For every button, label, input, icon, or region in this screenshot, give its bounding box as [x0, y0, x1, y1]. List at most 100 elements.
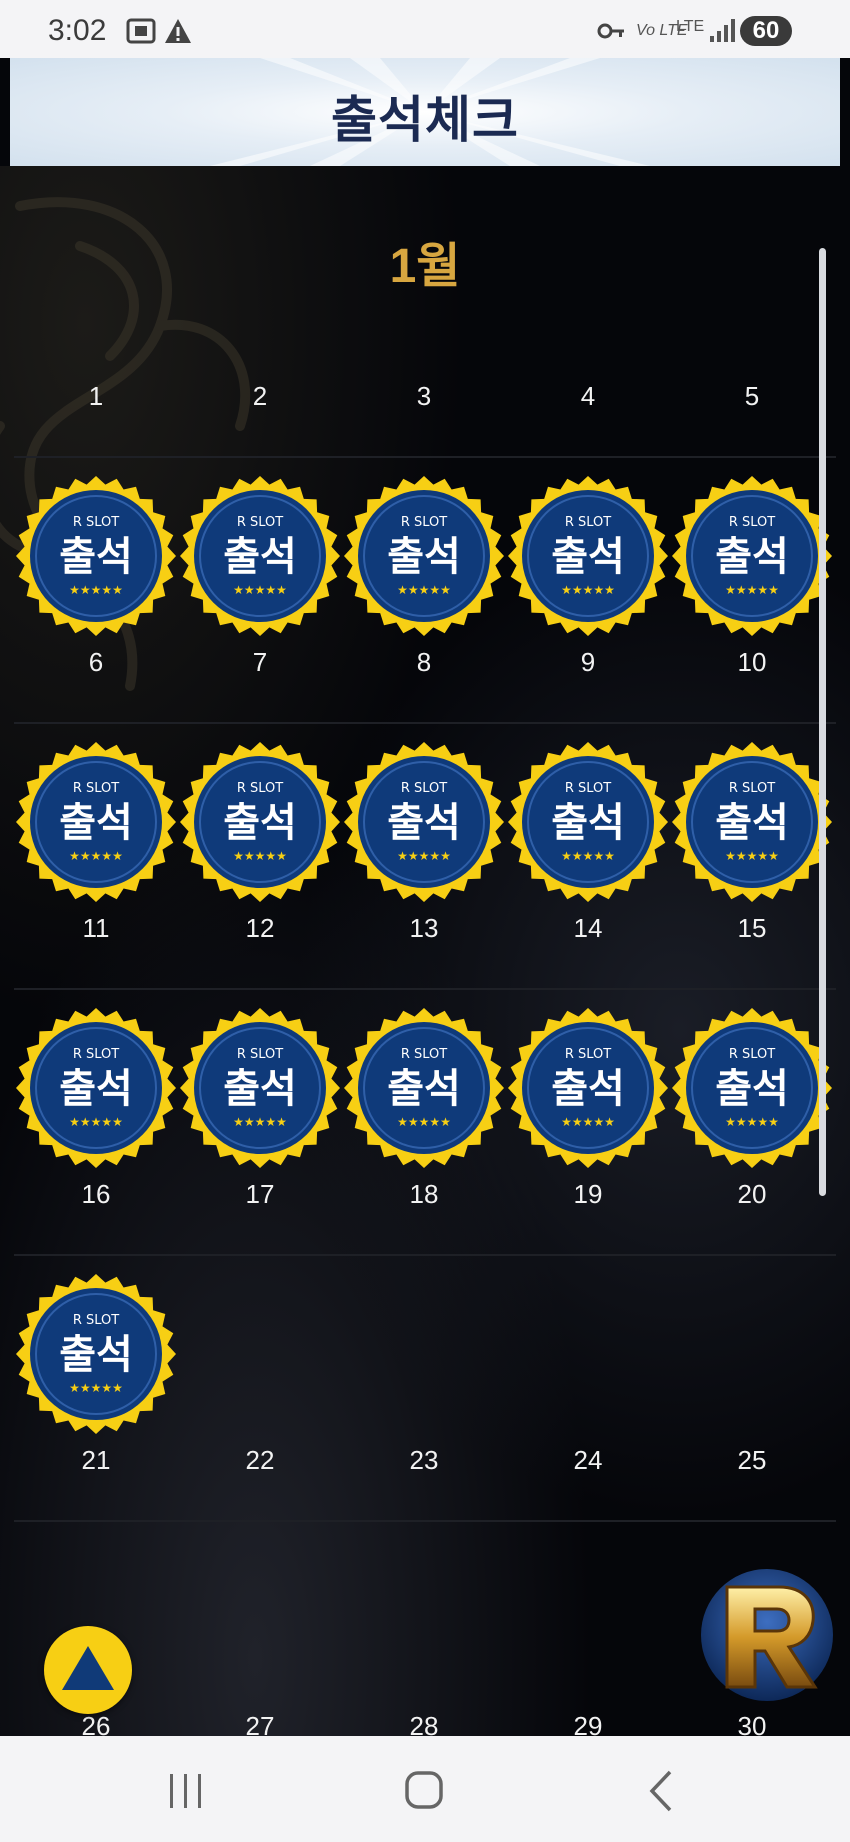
day-number: 11 [82, 913, 110, 943]
day-number: 30 [737, 1711, 767, 1736]
stamp-label: 출석 [715, 1066, 789, 1112]
stamp-badge-icon: R SLOT 출석 ★★★★★ [16, 476, 176, 636]
day-number: 17 [245, 1179, 275, 1209]
row-divider [14, 988, 836, 990]
stamp-stars: ★★★★★ [69, 1115, 123, 1129]
stamp-stars: ★★★★★ [397, 1115, 451, 1129]
stamp-label: 출석 [387, 534, 461, 580]
stamp-brand: R SLOT [73, 781, 119, 796]
day-number: 19 [573, 1179, 603, 1209]
stamp-badge-icon: R SLOT 출석 ★★★★★ [508, 476, 668, 636]
stamp-stars: ★★★★★ [561, 583, 615, 597]
attendance-stamp: R SLOT 출석 ★★★★★ [342, 474, 506, 638]
attendance-stamp: R SLOT 출석 ★★★★★ [178, 474, 342, 638]
day-number: 1 [88, 381, 104, 411]
arrow-up-icon [62, 1646, 114, 1690]
stamp-label: 출석 [387, 800, 461, 846]
stamp-label: 출석 [387, 1066, 461, 1112]
day-number: 28 [409, 1711, 439, 1736]
scrollbar[interactable] [819, 248, 826, 1196]
attendance-stamp: R SLOT 출석 ★★★★★ [342, 1006, 506, 1170]
stamp-stars: ★★★★★ [69, 583, 123, 597]
stamp-stars: ★★★★★ [397, 583, 451, 597]
stamp-stars: ★★★★★ [725, 583, 779, 597]
stamp-stars: ★★★★★ [561, 1115, 615, 1129]
stamp-label: 출석 [223, 534, 297, 580]
stamp-badge-icon: R SLOT 출석 ★★★★★ [16, 742, 176, 902]
stamp-stars: ★★★★★ [69, 1381, 123, 1395]
stamp-badge-icon: R SLOT 출석 ★★★★★ [508, 1008, 668, 1168]
stamp-brand: R SLOT [565, 1047, 611, 1062]
page-header: 출석체크 [10, 58, 840, 166]
day-number: 22 [245, 1445, 275, 1475]
day-number: 15 [737, 913, 767, 943]
stamp-badge-icon: R SLOT 출석 ★★★★★ [180, 742, 340, 902]
stamp-brand: R SLOT [237, 515, 283, 530]
stamp-label: 출석 [551, 1066, 625, 1112]
attendance-stamp: R SLOT 출석 ★★★★★ [14, 474, 178, 638]
back-icon[interactable] [632, 1766, 692, 1816]
system-nav-bar [0, 1736, 850, 1842]
stamp-brand: R SLOT [401, 515, 447, 530]
day-number: 26 [81, 1711, 111, 1736]
day-number: 18 [409, 1179, 439, 1209]
attendance-calendar: 1월 1 R SLOT 출석 ★★★★★ 2 R SLOT 출석 ★★★★★ 3 R SLOT 출석… [0, 166, 850, 1736]
stamp-brand: R SLOT [401, 1047, 447, 1062]
attendance-stamp: R SLOT 출석 ★★★★★ [14, 1006, 178, 1170]
day-number: 12 [245, 913, 275, 943]
attendance-stamp: R SLOT 출석 ★★★★★ [670, 740, 834, 904]
page-title: 출석체크 [331, 92, 519, 148]
stamp-label: 출석 [551, 800, 625, 846]
stamp-label: 출석 [59, 800, 133, 846]
stamp-badge-icon: R SLOT 출석 ★★★★★ [672, 742, 832, 902]
stamp-badge-icon: R SLOT 출석 ★★★★★ [180, 1008, 340, 1168]
signal-icon [710, 19, 735, 42]
row-divider [14, 1520, 836, 1522]
attendance-stamp: R SLOT 출석 ★★★★★ [506, 474, 670, 638]
attendance-stamp: R SLOT 출석 ★★★★★ [178, 740, 342, 904]
day-number: 8 [416, 647, 432, 677]
stamp-brand: R SLOT [237, 781, 283, 796]
day-number: 20 [737, 1179, 767, 1209]
stamp-label: 출석 [551, 534, 625, 580]
day-number: 23 [409, 1445, 439, 1475]
stamp-stars: ★★★★★ [69, 849, 123, 863]
lte-icon: LTE [676, 18, 705, 35]
day-number: 25 [737, 1445, 767, 1475]
stamp-label: 출석 [59, 1332, 133, 1378]
day-number: 10 [737, 647, 767, 677]
stamp-label: 출석 [223, 1066, 297, 1112]
attendance-stamp: R SLOT 출석 ★★★★★ [670, 474, 834, 638]
stamp-brand: R SLOT [73, 515, 119, 530]
scroll-to-top-button[interactable] [44, 1626, 132, 1714]
stamp-brand: R SLOT [729, 515, 775, 530]
stamp-stars: ★★★★★ [561, 849, 615, 863]
stamp-badge-icon: R SLOT 출석 ★★★★★ [344, 476, 504, 636]
stamp-brand: R SLOT [729, 1047, 775, 1062]
home-icon[interactable] [394, 1766, 454, 1816]
stamp-badge-icon: R SLOT 출석 ★★★★★ [672, 476, 832, 636]
attendance-stamp: R SLOT 출석 ★★★★★ [342, 740, 506, 904]
day-number: 16 [81, 1179, 111, 1209]
r-slot-logo-button[interactable] [697, 1565, 837, 1705]
stamp-badge-icon: R SLOT 출석 ★★★★★ [672, 1008, 832, 1168]
stamp-badge-icon: R SLOT 출석 ★★★★★ [344, 742, 504, 902]
stamp-stars: ★★★★★ [233, 1115, 287, 1129]
day-number: 6 [88, 647, 104, 677]
stamp-brand: R SLOT [73, 1047, 119, 1062]
attendance-stamp: R SLOT 출석 ★★★★★ [670, 1006, 834, 1170]
recent-apps-icon[interactable] [156, 1766, 216, 1816]
stamp-label: 출석 [715, 534, 789, 580]
warning-icon [165, 19, 191, 43]
day-number: 5 [744, 381, 760, 411]
row-divider [14, 1254, 836, 1256]
attendance-stamp: R SLOT 출석 ★★★★★ [506, 1006, 670, 1170]
day-number: 4 [580, 381, 596, 411]
stamp-brand: R SLOT [237, 1047, 283, 1062]
attendance-stamp: R SLOT 출석 ★★★★★ [506, 740, 670, 904]
stamp-label: 출석 [59, 1066, 133, 1112]
stamp-label: 출석 [223, 800, 297, 846]
row-divider [14, 722, 836, 724]
stamp-brand: R SLOT [565, 515, 611, 530]
stamp-stars: ★★★★★ [397, 849, 451, 863]
